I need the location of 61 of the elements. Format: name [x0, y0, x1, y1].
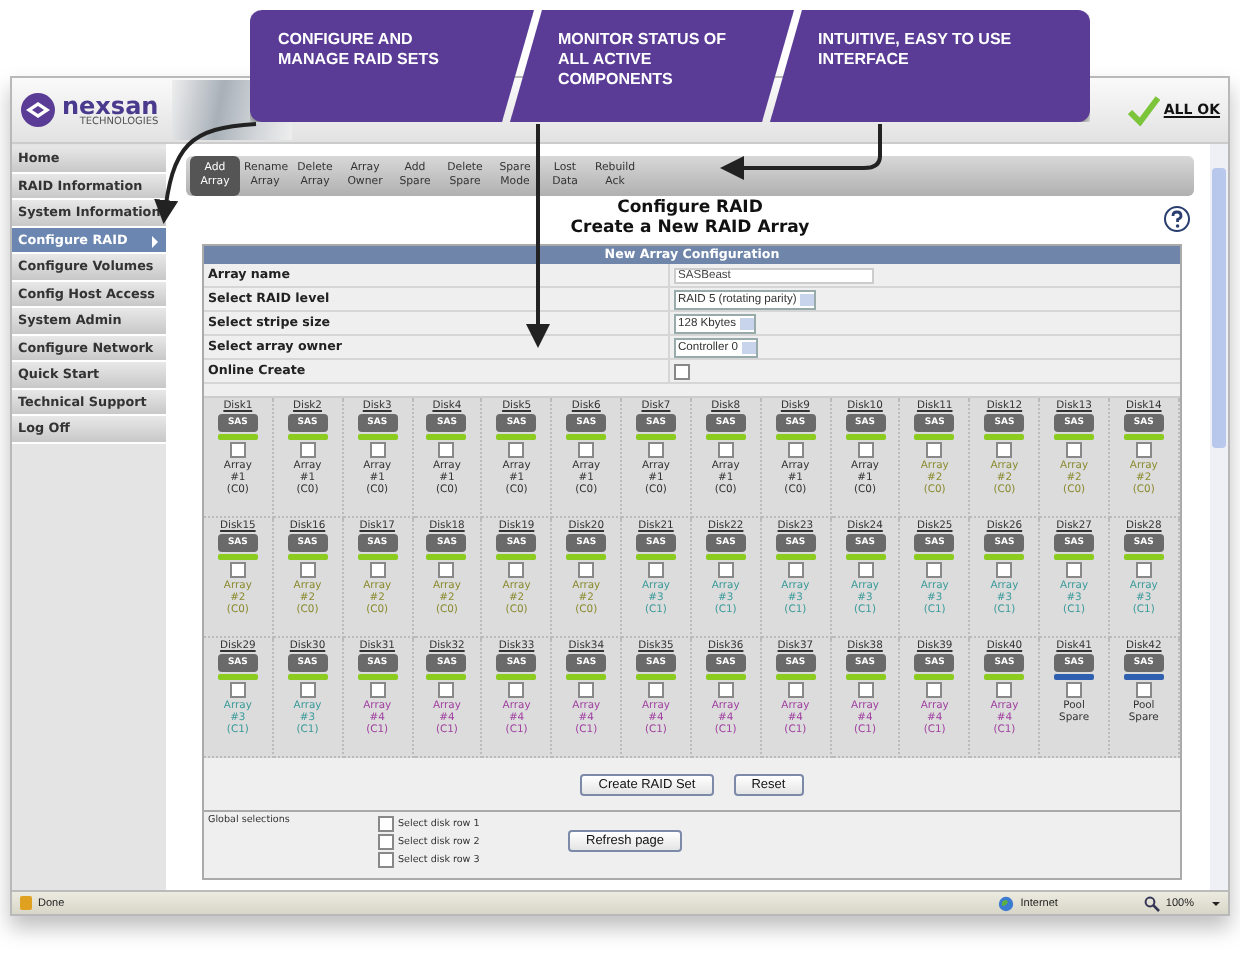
- logo-text: nexsan: [62, 93, 159, 117]
- checkbox[interactable]: [1135, 681, 1152, 697]
- callout-label: MONITOR STATUS OF ALL ACTIVE COMPONENTS: [510, 10, 794, 122]
- checkbox[interactable]: [857, 441, 874, 457]
- checkbox[interactable]: [229, 441, 246, 457]
- checkbox[interactable]: [299, 561, 316, 577]
- checkbox[interactable]: [229, 561, 246, 577]
- checkbox[interactable]: [438, 561, 455, 577]
- scrollbar-thumb[interactable]: [1212, 168, 1226, 448]
- checkbox[interactable]: [229, 681, 246, 697]
- checkbox[interactable]: [717, 561, 734, 577]
- checkbox[interactable]: [674, 363, 690, 379]
- callout-label: INTUITIVE, EASY TO USE INTERFACE: [770, 10, 1090, 122]
- globe-icon: [998, 895, 1015, 911]
- checkbox[interactable]: [996, 441, 1013, 457]
- checkbox[interactable]: [508, 681, 525, 697]
- check-icon: [1127, 94, 1160, 126]
- checkbox[interactable]: [378, 834, 394, 850]
- checkbox[interactable]: [1135, 561, 1152, 577]
- caret-icon[interactable]: [1212, 901, 1220, 905]
- checkbox[interactable]: [438, 681, 455, 697]
- checkbox[interactable]: [926, 681, 943, 697]
- checkbox[interactable]: [787, 441, 804, 457]
- checkbox[interactable]: [787, 561, 804, 577]
- help-icon[interactable]: [1164, 206, 1190, 232]
- checkbox[interactable]: [508, 441, 525, 457]
- checkbox[interactable]: [438, 441, 455, 457]
- page-title: Configure RAID: [617, 200, 763, 219]
- checkbox[interactable]: [647, 441, 664, 457]
- checkbox[interactable]: [996, 681, 1013, 697]
- checkbox[interactable]: [578, 561, 595, 577]
- checkbox[interactable]: [1066, 681, 1083, 697]
- checkbox[interactable]: [378, 816, 394, 832]
- checkbox[interactable]: [369, 681, 386, 697]
- checkbox[interactable]: [647, 561, 664, 577]
- checkbox[interactable]: [647, 681, 664, 697]
- checkbox[interactable]: [369, 561, 386, 577]
- callout-label: CONFIGURE AND MANAGE RAID SETS: [250, 10, 534, 122]
- checkbox[interactable]: [787, 681, 804, 697]
- checkbox[interactable]: [857, 561, 874, 577]
- checkbox[interactable]: [578, 681, 595, 697]
- checkbox[interactable]: [1066, 441, 1083, 457]
- checkbox[interactable]: [857, 681, 874, 697]
- checkbox[interactable]: [717, 681, 734, 697]
- checkbox[interactable]: [1135, 441, 1152, 457]
- checkbox[interactable]: [996, 561, 1013, 577]
- checkbox[interactable]: [578, 441, 595, 457]
- checkbox[interactable]: [926, 441, 943, 457]
- logo-icon: [20, 92, 56, 128]
- checkbox[interactable]: [508, 561, 525, 577]
- checkbox[interactable]: [1066, 561, 1083, 577]
- page-subtitle: Create a New RAID Array: [570, 220, 810, 240]
- checkbox[interactable]: [299, 441, 316, 457]
- checkbox[interactable]: [717, 441, 734, 457]
- page-icon: [20, 896, 32, 910]
- checkbox[interactable]: [369, 441, 386, 457]
- zoom-icon: [1143, 895, 1160, 911]
- checkbox[interactable]: [926, 561, 943, 577]
- checkbox[interactable]: [299, 681, 316, 697]
- scrollbar[interactable]: [1210, 144, 1228, 890]
- checkbox[interactable]: [378, 852, 394, 868]
